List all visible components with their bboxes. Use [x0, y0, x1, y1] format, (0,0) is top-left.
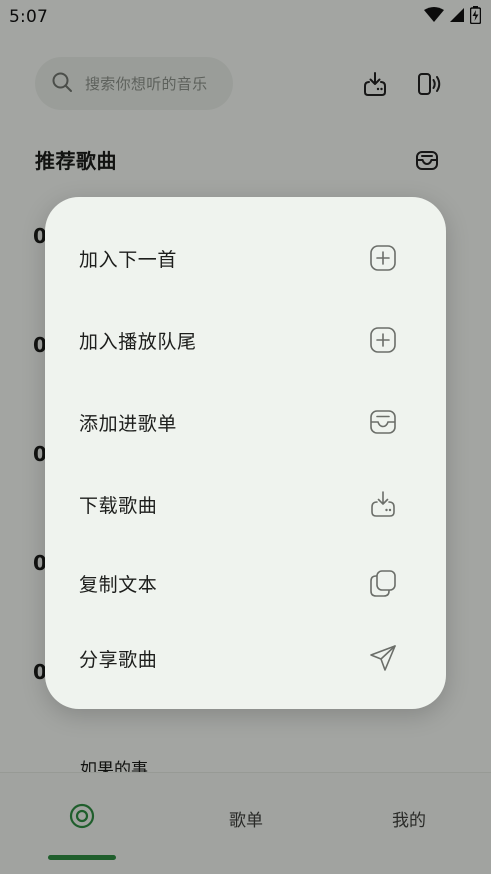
download-icon [368, 489, 398, 519]
menu-item-label: 添加进歌单 [79, 412, 178, 435]
menu-item-share[interactable]: 分享歌曲 [45, 623, 446, 693]
context-menu: 加入下一首 加入播放队尾 添加进歌单 下载歌曲 复制文本 分享歌曲 [45, 197, 446, 709]
menu-item-label: 复制文本 [79, 573, 158, 596]
plus-square-icon [368, 325, 398, 355]
menu-item-label: 下载歌曲 [79, 494, 158, 517]
menu-item-copy-text[interactable]: 复制文本 [45, 548, 446, 618]
menu-item-add-to-playlist[interactable]: 添加进歌单 [45, 387, 446, 457]
menu-item-label: 加入播放队尾 [79, 330, 197, 353]
copy-icon [368, 568, 398, 598]
menu-item-play-next[interactable]: 加入下一首 [45, 223, 446, 293]
inbox-icon [368, 407, 398, 437]
plus-square-icon [368, 243, 398, 273]
menu-item-add-to-queue[interactable]: 加入播放队尾 [45, 305, 446, 375]
menu-item-label: 分享歌曲 [79, 648, 158, 671]
send-icon [368, 643, 398, 673]
menu-item-label: 加入下一首 [79, 248, 178, 271]
menu-item-download[interactable]: 下载歌曲 [45, 469, 446, 539]
